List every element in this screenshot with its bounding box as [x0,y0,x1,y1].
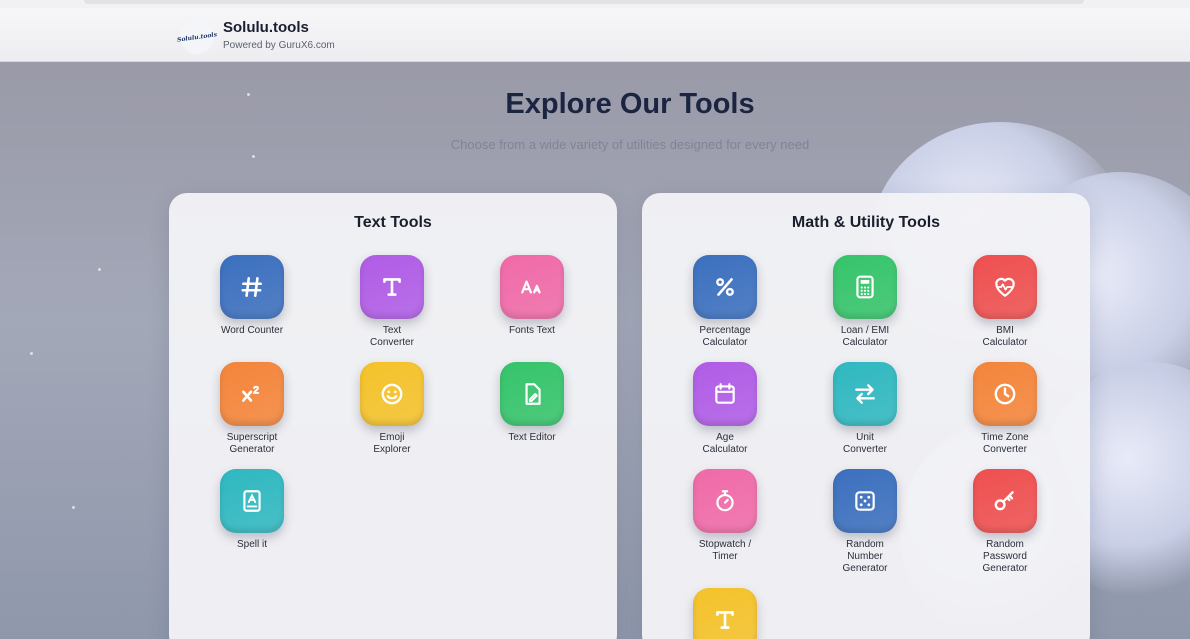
tool-item[interactable]: Spell it [197,469,307,551]
tool-item[interactable]: Text Converter [337,255,447,349]
percent-icon[interactable] [693,255,757,319]
font-aa-icon[interactable] [500,255,564,319]
text-t-icon[interactable] [693,588,757,639]
clock-icon[interactable] [973,362,1037,426]
superscript-icon[interactable] [220,362,284,426]
tool-item[interactable]: Age Calculator [670,362,780,456]
browser-top-strip [0,0,1190,8]
calculator-icon[interactable] [833,255,897,319]
spell-book-icon[interactable] [220,469,284,533]
tool-item[interactable]: Emoji Explorer [337,362,447,456]
page-title: Explore Our Tools [505,88,755,120]
tool-item[interactable]: Unit Converter [810,362,920,456]
tool-item[interactable]: Random Number Generator [810,469,920,575]
tool-label: Spell it [236,539,267,550]
smiley-icon[interactable] [360,362,424,426]
tool-label: Text Converter [370,325,414,348]
top-strip-pill [84,0,1084,4]
math-tools-title: Math & Utility Tools [791,214,941,231]
tool-item[interactable]: Word Counter [197,255,307,337]
tool-item[interactable]: Fonts Text [477,255,587,337]
tool-item[interactable]: Percentage Calculator [670,255,780,349]
text-t-icon[interactable] [360,255,424,319]
tool-label: Age Calculator [702,432,748,455]
tool-label: BMI Calculator [982,325,1028,348]
tool-label: Random Password Generator [982,539,1028,574]
tool-label: Time Zone Converter [981,432,1029,455]
star-decoration [98,268,101,271]
tool-item[interactable]: Random Password Generator [950,469,1060,575]
tool-label: Loan / EMI Calculator [840,325,890,348]
text-tools-card: Text Tools Word Counter Text Converter Fon… [169,193,617,639]
star-decoration [72,506,75,509]
tool-label: Unit Converter [843,432,887,455]
tool-label: Word Counter [220,325,284,336]
tool-item[interactable]: Time Zone Converter [950,362,1060,456]
heart-pulse-icon[interactable] [973,255,1037,319]
tool-label: Superscript Generator [226,432,278,455]
brand-name[interactable]: Solulu.tools [223,19,309,36]
tool-label: Random Number Generator [842,539,888,574]
tool-item[interactable]: Stopwatch / Timer [670,469,780,563]
edit-file-icon[interactable] [500,362,564,426]
tool-label: Stopwatch / Timer [698,539,752,562]
math-tools-card: Math & Utility Tools Percentage Calculat… [642,193,1090,639]
tool-item[interactable]: Loan / EMI Calculator [810,255,920,349]
site-logo[interactable]: Solulu.tools [177,17,217,57]
tool-label: Fonts Text [509,325,555,336]
star-decoration [30,352,33,355]
site-header: Solulu.tools Solulu.tools Powered by Gur… [0,8,1190,62]
tool-label: Emoji Explorer [373,432,411,455]
brand-subtitle: Powered by GuruX6.com [223,40,335,51]
page-subtitle: Choose from a wide variety of utilities … [450,137,810,152]
dice-icon[interactable] [833,469,897,533]
star-decoration [252,155,255,158]
key-icon[interactable] [973,469,1037,533]
calendar-icon[interactable] [693,362,757,426]
tool-label: Percentage Calculator [699,325,751,348]
tool-item[interactable] [670,588,780,639]
hash-icon[interactable] [220,255,284,319]
tool-label: Text Editor [508,432,556,443]
tool-item[interactable]: BMI Calculator [950,255,1060,349]
tool-item[interactable]: Superscript Generator [197,362,307,456]
stopwatch-icon[interactable] [693,469,757,533]
swap-arrows-icon[interactable] [833,362,897,426]
tool-item[interactable]: Text Editor [477,362,587,444]
text-tools-title: Text Tools [354,214,432,231]
